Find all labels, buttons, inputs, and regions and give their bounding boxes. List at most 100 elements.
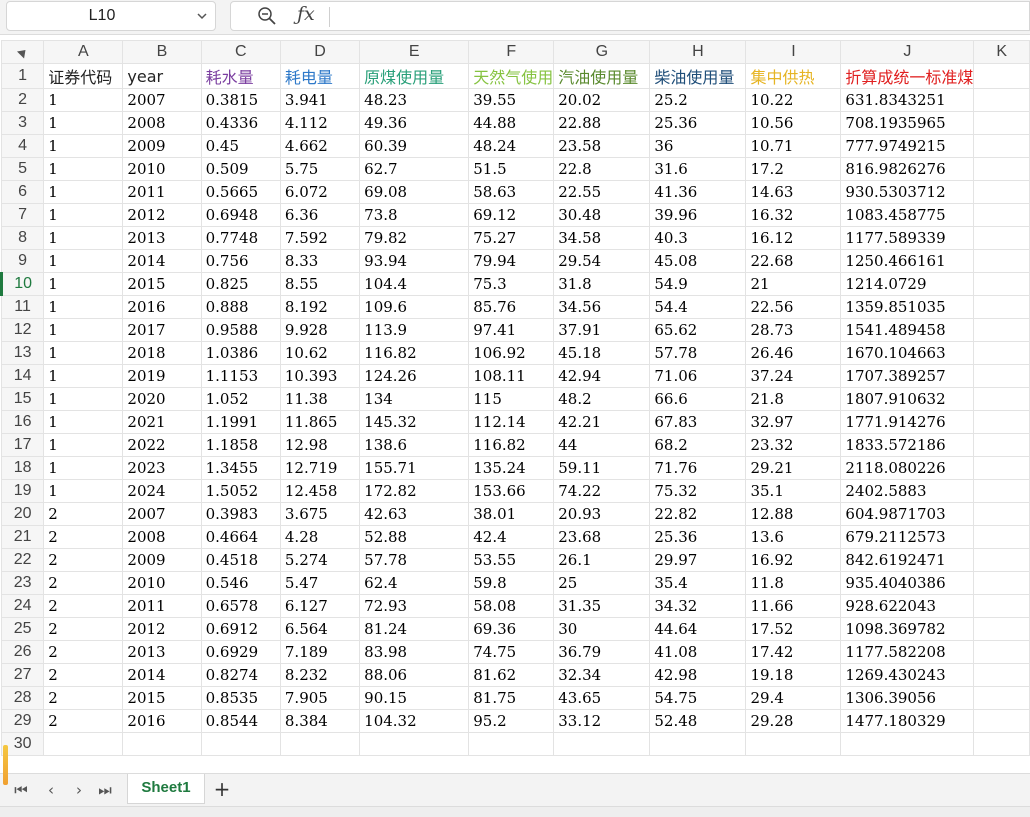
cell[interactable] (973, 387, 1030, 411)
cell[interactable] (973, 548, 1030, 572)
cell[interactable] (973, 318, 1030, 342)
column-header[interactable]: I (745, 40, 842, 64)
cell[interactable]: 29.21 (745, 456, 842, 480)
cell[interactable]: 37.91 (553, 318, 651, 342)
cell[interactable]: 34.56 (553, 295, 651, 319)
cell[interactable]: 25.36 (649, 525, 747, 549)
last-sheet-icon[interactable]: ⏭ (96, 780, 114, 800)
cell[interactable]: 58.63 (468, 180, 555, 204)
cell[interactable]: 耗水量 (200, 63, 281, 89)
cell[interactable] (840, 732, 975, 756)
cell[interactable]: 1214.0729 (840, 272, 975, 296)
cell[interactable]: 39.96 (649, 203, 747, 227)
cell[interactable]: 2007 (122, 88, 202, 112)
cell[interactable]: 2013 (122, 640, 202, 664)
cell[interactable]: 6.072 (279, 180, 361, 204)
cell[interactable]: 11.66 (745, 594, 842, 618)
cell[interactable]: 32.97 (745, 410, 842, 434)
cell[interactable]: 1.1991 (200, 410, 281, 434)
cell[interactable]: 8.232 (279, 663, 361, 687)
cell[interactable] (973, 617, 1030, 641)
cell[interactable]: 2011 (122, 180, 202, 204)
cell[interactable]: 19.18 (745, 663, 842, 687)
cell[interactable]: 34.58 (553, 226, 651, 250)
cell[interactable]: 23.32 (745, 433, 842, 457)
cell[interactable]: 2 (43, 594, 124, 618)
cell[interactable]: 0.7748 (200, 226, 281, 250)
cell[interactable] (973, 272, 1030, 296)
cell[interactable]: 74.22 (553, 479, 651, 503)
cell[interactable]: 69.08 (359, 180, 470, 204)
cell[interactable]: 1250.466161 (840, 249, 975, 273)
cell[interactable]: 25 (553, 571, 651, 595)
column-header[interactable]: H (649, 40, 747, 64)
cell[interactable] (973, 226, 1030, 250)
row-header[interactable]: 12 (0, 318, 45, 342)
cell[interactable]: 10.62 (279, 341, 361, 365)
cell[interactable]: 2020 (122, 387, 202, 411)
row-header[interactable]: 25 (0, 617, 45, 641)
cell[interactable]: 2118.080226 (840, 456, 975, 480)
cell[interactable]: 2017 (122, 318, 202, 342)
cell[interactable]: 1 (43, 180, 124, 204)
cell[interactable]: 16.92 (745, 548, 842, 572)
cell[interactable]: 631.8343251 (840, 88, 975, 112)
cell[interactable]: 65.62 (649, 318, 747, 342)
cell[interactable]: 2011 (122, 594, 202, 618)
cell[interactable]: 36 (649, 134, 747, 158)
cell[interactable]: 81.62 (468, 663, 555, 687)
row-header[interactable]: 28 (0, 686, 45, 710)
cell[interactable]: 41.08 (649, 640, 747, 664)
column-header[interactable]: C (200, 40, 281, 64)
cell[interactable]: 12.98 (279, 433, 361, 457)
cell[interactable]: 17.42 (745, 640, 842, 664)
cell[interactable]: 2016 (122, 709, 202, 733)
cell[interactable]: 1.1858 (200, 433, 281, 457)
cell[interactable] (973, 134, 1030, 158)
cell[interactable]: 58.08 (468, 594, 555, 618)
cell[interactable] (43, 732, 124, 756)
cell[interactable]: 1541.489458 (840, 318, 975, 342)
cell[interactable]: 柴油使用量 (649, 63, 747, 89)
cell[interactable]: 证券代码 (43, 63, 124, 89)
cell[interactable]: 1 (43, 410, 124, 434)
row-header[interactable]: 11 (0, 295, 45, 319)
cell[interactable]: 26.46 (745, 341, 842, 365)
cell[interactable]: 93.94 (359, 249, 470, 273)
cell[interactable]: 79.82 (359, 226, 470, 250)
column-header[interactable]: F (468, 40, 555, 64)
cell[interactable]: 2008 (122, 525, 202, 549)
cell[interactable]: 72.93 (359, 594, 470, 618)
cell[interactable]: 2402.5883 (840, 479, 975, 503)
cell[interactable]: 37.24 (745, 364, 842, 388)
cell[interactable]: 4.112 (279, 111, 361, 135)
cell[interactable]: 0.756 (200, 249, 281, 273)
cell[interactable] (279, 732, 361, 756)
cell[interactable]: 原煤使用量 (359, 63, 470, 89)
row-header[interactable]: 1 (0, 63, 45, 89)
cell[interactable]: 74.75 (468, 640, 555, 664)
row-header[interactable]: 13 (0, 341, 45, 365)
cell[interactable]: 124.26 (359, 364, 470, 388)
cell[interactable]: 3.941 (279, 88, 361, 112)
cell[interactable]: 4.662 (279, 134, 361, 158)
cell[interactable]: 耗电量 (279, 63, 361, 89)
column-header[interactable]: D (279, 40, 361, 64)
cell[interactable]: 31.35 (553, 594, 651, 618)
cell[interactable]: 20.02 (553, 88, 651, 112)
cell[interactable]: 106.92 (468, 341, 555, 365)
cell[interactable]: 6.564 (279, 617, 361, 641)
cell[interactable]: 8.33 (279, 249, 361, 273)
cell[interactable]: 42.63 (359, 502, 470, 526)
cell[interactable]: 1 (43, 134, 124, 158)
cell[interactable]: 21.8 (745, 387, 842, 411)
column-header[interactable]: K (973, 40, 1030, 64)
cell[interactable]: 108.11 (468, 364, 555, 388)
cell[interactable]: 25.36 (649, 111, 747, 135)
cell[interactable]: 5.274 (279, 548, 361, 572)
cell[interactable]: 1 (43, 456, 124, 480)
cell[interactable]: 0.45 (200, 134, 281, 158)
cell[interactable]: 842.6192471 (840, 548, 975, 572)
cell[interactable]: 2016 (122, 295, 202, 319)
cell[interactable]: 5.47 (279, 571, 361, 595)
